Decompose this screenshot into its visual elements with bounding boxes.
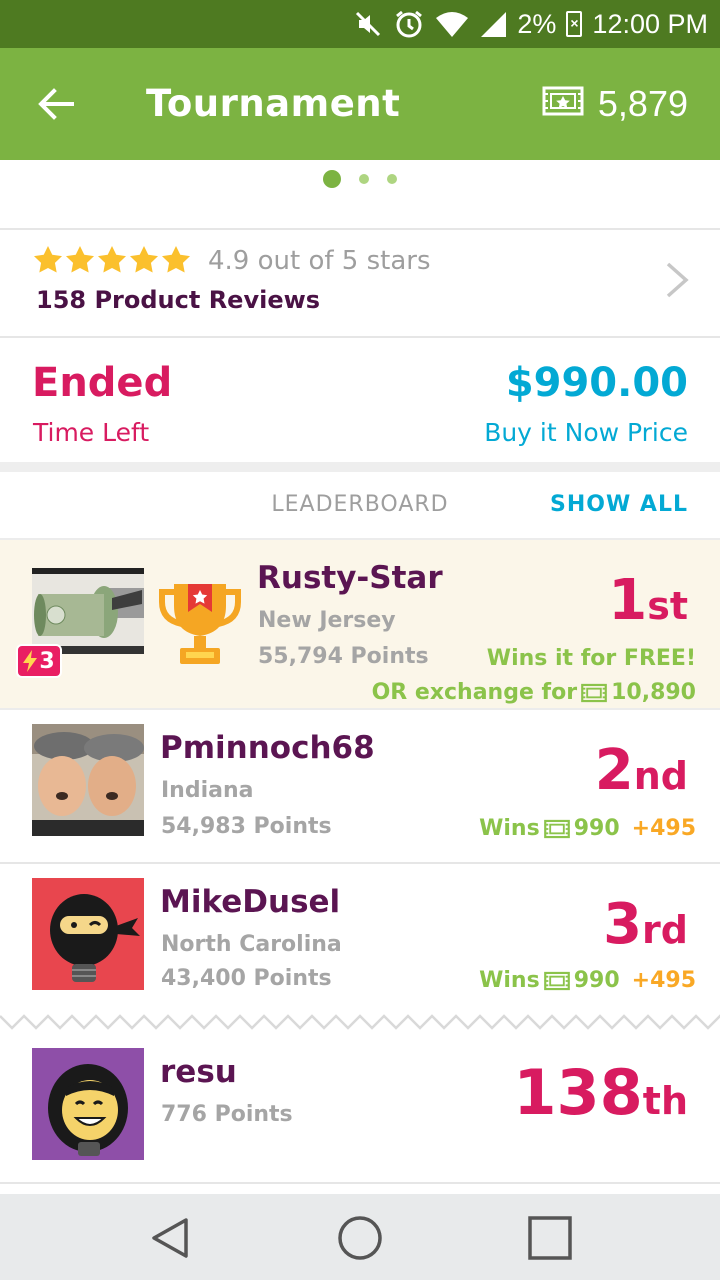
section-divider [0,462,720,472]
star-rating [32,244,192,276]
player-points: 55,794 Points [258,644,429,669]
auction-status: Ended [32,360,173,406]
ticket-icon [581,683,607,702]
status-bar: 2% × 12:00 PM [0,0,720,48]
leaderboard-row[interactable]: 3 Rusty-Star New Jersey 55,794 Points 1s… [0,538,720,710]
app-bar: Tournament 5,879 [0,48,720,160]
buy-now-price[interactable]: $990.00 [506,360,688,406]
leaderboard-row[interactable]: Pminnoch68 Indiana 54,983 Points 2nd Win… [0,710,720,862]
player-location: North Carolina [161,932,342,957]
star-icon [162,246,190,273]
divider [0,1182,720,1184]
show-all-button[interactable]: SHOW ALL [550,492,688,517]
ticket-icon [543,819,570,838]
back-arrow-icon[interactable] [36,84,76,124]
avatar [32,724,144,836]
ticket-icon [542,83,584,125]
review-count: 158 Product Reviews [36,286,321,314]
player-rank: 2nd [594,738,688,803]
prize-bonus: +495 [631,816,696,841]
player-name[interactable]: resu [160,1054,237,1090]
player-rank: 1st [608,568,688,633]
prize-text: Wins 990 +495 [479,968,696,993]
ticket-balance-value: 5,879 [597,83,688,124]
exchange-text: OR exchange for 10,890 [371,680,696,705]
boost-badge: 3 [16,644,62,678]
star-icon [66,246,94,273]
player-points: 776 Points [161,1102,293,1127]
prize-text: Wins 990 +495 [479,816,696,841]
battery-icon: × [566,11,583,37]
time-left-label: Time Left [33,418,150,447]
rank-gap-separator [0,1014,720,1030]
player-points: 43,400 Points [161,966,332,991]
boost-count: 3 [39,648,55,674]
alarm-icon [393,8,425,40]
player-points: 54,983 Points [161,814,332,839]
avatar [32,878,144,990]
clock: 12:00 PM [592,8,708,39]
back-nav-icon[interactable] [146,1214,194,1262]
avatar [32,1048,144,1160]
prize-bonus: +495 [631,968,696,993]
signal-icon [479,10,507,38]
mute-icon [353,9,383,39]
trophy-icon [158,578,242,672]
ticket-balance[interactable]: 5,879 [542,48,688,160]
home-nav-icon[interactable] [336,1214,384,1262]
product-reviews-row[interactable]: 4.9 out of 5 stars 158 Product Reviews [0,230,720,336]
leaderboard-header: LEADERBOARD SHOW ALL [0,472,720,538]
prize-text: Wins it for FREE! [486,646,696,671]
player-location: Indiana [161,778,254,803]
system-nav-bar [0,1194,720,1280]
lightning-icon [23,650,38,672]
chevron-right-icon [664,260,690,304]
pager-dot[interactable] [359,174,369,184]
star-icon [98,246,126,273]
rating-text: 4.9 out of 5 stars [208,246,431,276]
wifi-icon [435,10,469,38]
page-title: Tournament [146,82,401,125]
recents-nav-icon[interactable] [526,1214,574,1262]
auction-status-row: Ended Time Left $990.00 Buy it Now Price [0,338,720,462]
pager-dot-active[interactable] [323,170,341,188]
player-name[interactable]: Pminnoch68 [160,730,375,766]
player-rank: 3rd [603,892,688,957]
star-icon [34,246,62,273]
image-pager-indicator [0,160,720,228]
player-name[interactable]: MikeDusel [160,884,340,920]
player-rank: 138th [513,1056,688,1129]
pager-dot[interactable] [387,174,397,184]
star-icon [130,246,158,273]
battery-level: 2% [517,8,557,39]
ticket-icon [543,971,570,990]
player-location: New Jersey [258,608,396,633]
player-name[interactable]: Rusty-Star [257,560,443,596]
leaderboard-row[interactable]: MikeDusel North Carolina 43,400 Points 3… [0,864,720,1014]
leaderboard-row-current-user[interactable]: resu 776 Points 138th [0,1032,720,1182]
buy-now-label[interactable]: Buy it Now Price [484,418,688,447]
